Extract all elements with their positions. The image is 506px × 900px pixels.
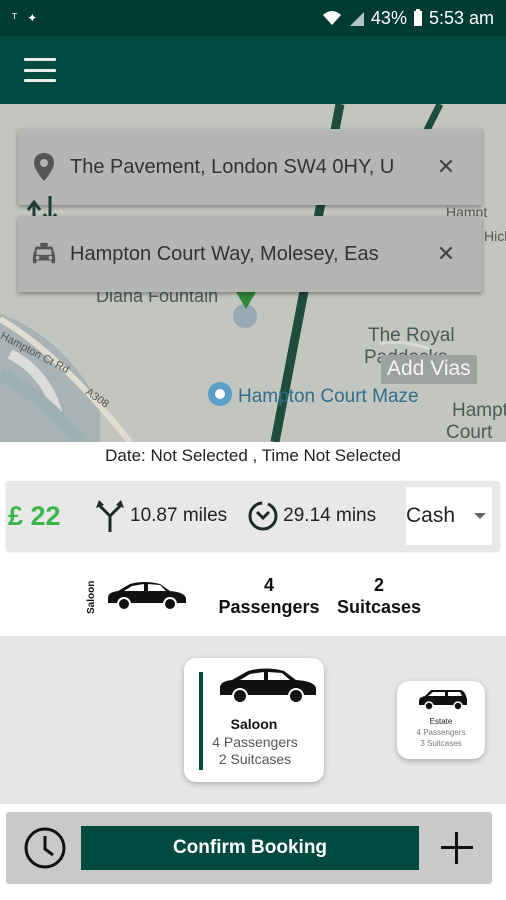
- add-vias-button[interactable]: Add Vias: [381, 355, 477, 384]
- vehicle-card-estate[interactable]: Estate 4 Passengers 3 Suitcases: [397, 681, 485, 759]
- passengers-summary: 4 Passengers: [216, 574, 322, 618]
- dropoff-address[interactable]: Hampton Court Way, Molesey, Eas: [70, 243, 412, 266]
- clear-dropoff-close-icon[interactable]: ✕: [434, 241, 458, 267]
- hamburger-menu-icon[interactable]: [22, 55, 58, 85]
- pickup-address-card[interactable]: The Pavement, London SW4 0HY, U ✕: [18, 129, 482, 205]
- booking-bar: Confirm Booking: [6, 812, 492, 884]
- suitcases-count: 2: [373, 575, 384, 595]
- wifi-icon: [322, 11, 341, 25]
- map-label-hick: Hick: [484, 228, 506, 244]
- vehicle-passengers: 4 Passengers: [416, 728, 466, 737]
- map-label-court: Court R: [446, 422, 493, 442]
- battery-percent: 43%: [370, 7, 407, 28]
- payment-method-select[interactable]: Cash: [406, 487, 492, 545]
- notification-icon: ✦: [27, 11, 38, 25]
- vehicle-passengers: 4 Passengers: [212, 734, 298, 750]
- dropdown-caret-icon: [474, 513, 486, 519]
- vehicle-suitcases: 2 Suitcases: [218, 751, 292, 767]
- battery-icon: [413, 9, 422, 26]
- date-time-selection[interactable]: Date: Not Selected , Time Not Selected: [0, 446, 506, 466]
- suitcases-summary: 2 Suitcases: [334, 574, 424, 618]
- fare-price: £ 22: [8, 500, 61, 531]
- route-split-icon: [96, 500, 124, 532]
- vehicle-type-label: Saloon: [86, 580, 97, 614]
- distance-info: 10.87 miles: [94, 498, 227, 534]
- vehicle-suitcases: 3 Suitcases: [420, 739, 462, 748]
- dropoff-address-card[interactable]: Hampton Court Way, Molesey, Eas ✕: [18, 216, 482, 292]
- estate-car-icon: [419, 690, 467, 711]
- taxi-icon: [32, 242, 56, 266]
- saloon-car-icon: [220, 668, 316, 704]
- signal-icon: [349, 12, 364, 26]
- vehicle-name: Saloon: [230, 716, 278, 732]
- app-bar: [0, 36, 506, 104]
- payment-method-value: Cash: [406, 504, 456, 527]
- add-plus-icon[interactable]: [437, 828, 477, 868]
- timer-icon: [248, 501, 278, 531]
- pickup-address[interactable]: The Pavement, London SW4 0HY, U: [70, 156, 412, 179]
- duration-value: 29.14 mins: [283, 505, 377, 526]
- confirm-booking-button[interactable]: Confirm Booking: [81, 826, 419, 870]
- passengers-label: Passengers: [218, 597, 320, 617]
- map-label-hampton: Hampt: [452, 400, 506, 421]
- suitcases-label: Suitcases: [336, 597, 422, 617]
- vehicle-name: Estate: [429, 717, 453, 726]
- clock-time: 5:53 am: [428, 7, 494, 28]
- map-view[interactable]: Diana Fountain The Royal Paddocks Hampto…: [0, 104, 506, 442]
- passengers-count: 4: [263, 575, 274, 595]
- fare-summary-card: £ 22 10.87 miles 29.14 mins Cash: [6, 481, 500, 551]
- clear-pickup-close-icon[interactable]: ✕: [434, 154, 458, 180]
- saloon-car-icon: [108, 582, 186, 610]
- location-pin-icon: [32, 153, 56, 181]
- notification-icon: ᵀ: [12, 11, 18, 25]
- map-label-maze: Hampton Court Maze: [238, 386, 419, 407]
- distance-value: 10.87 miles: [130, 505, 228, 526]
- schedule-clock-icon[interactable]: [21, 824, 69, 872]
- map-label-royal: The Royal: [368, 325, 455, 346]
- duration-info: 29.14 mins: [247, 500, 376, 532]
- status-bar: ᵀ ✦ 43% 5:53 am: [0, 0, 506, 36]
- vehicle-card-saloon[interactable]: Saloon 4 Passengers 2 Suitcases: [184, 658, 324, 782]
